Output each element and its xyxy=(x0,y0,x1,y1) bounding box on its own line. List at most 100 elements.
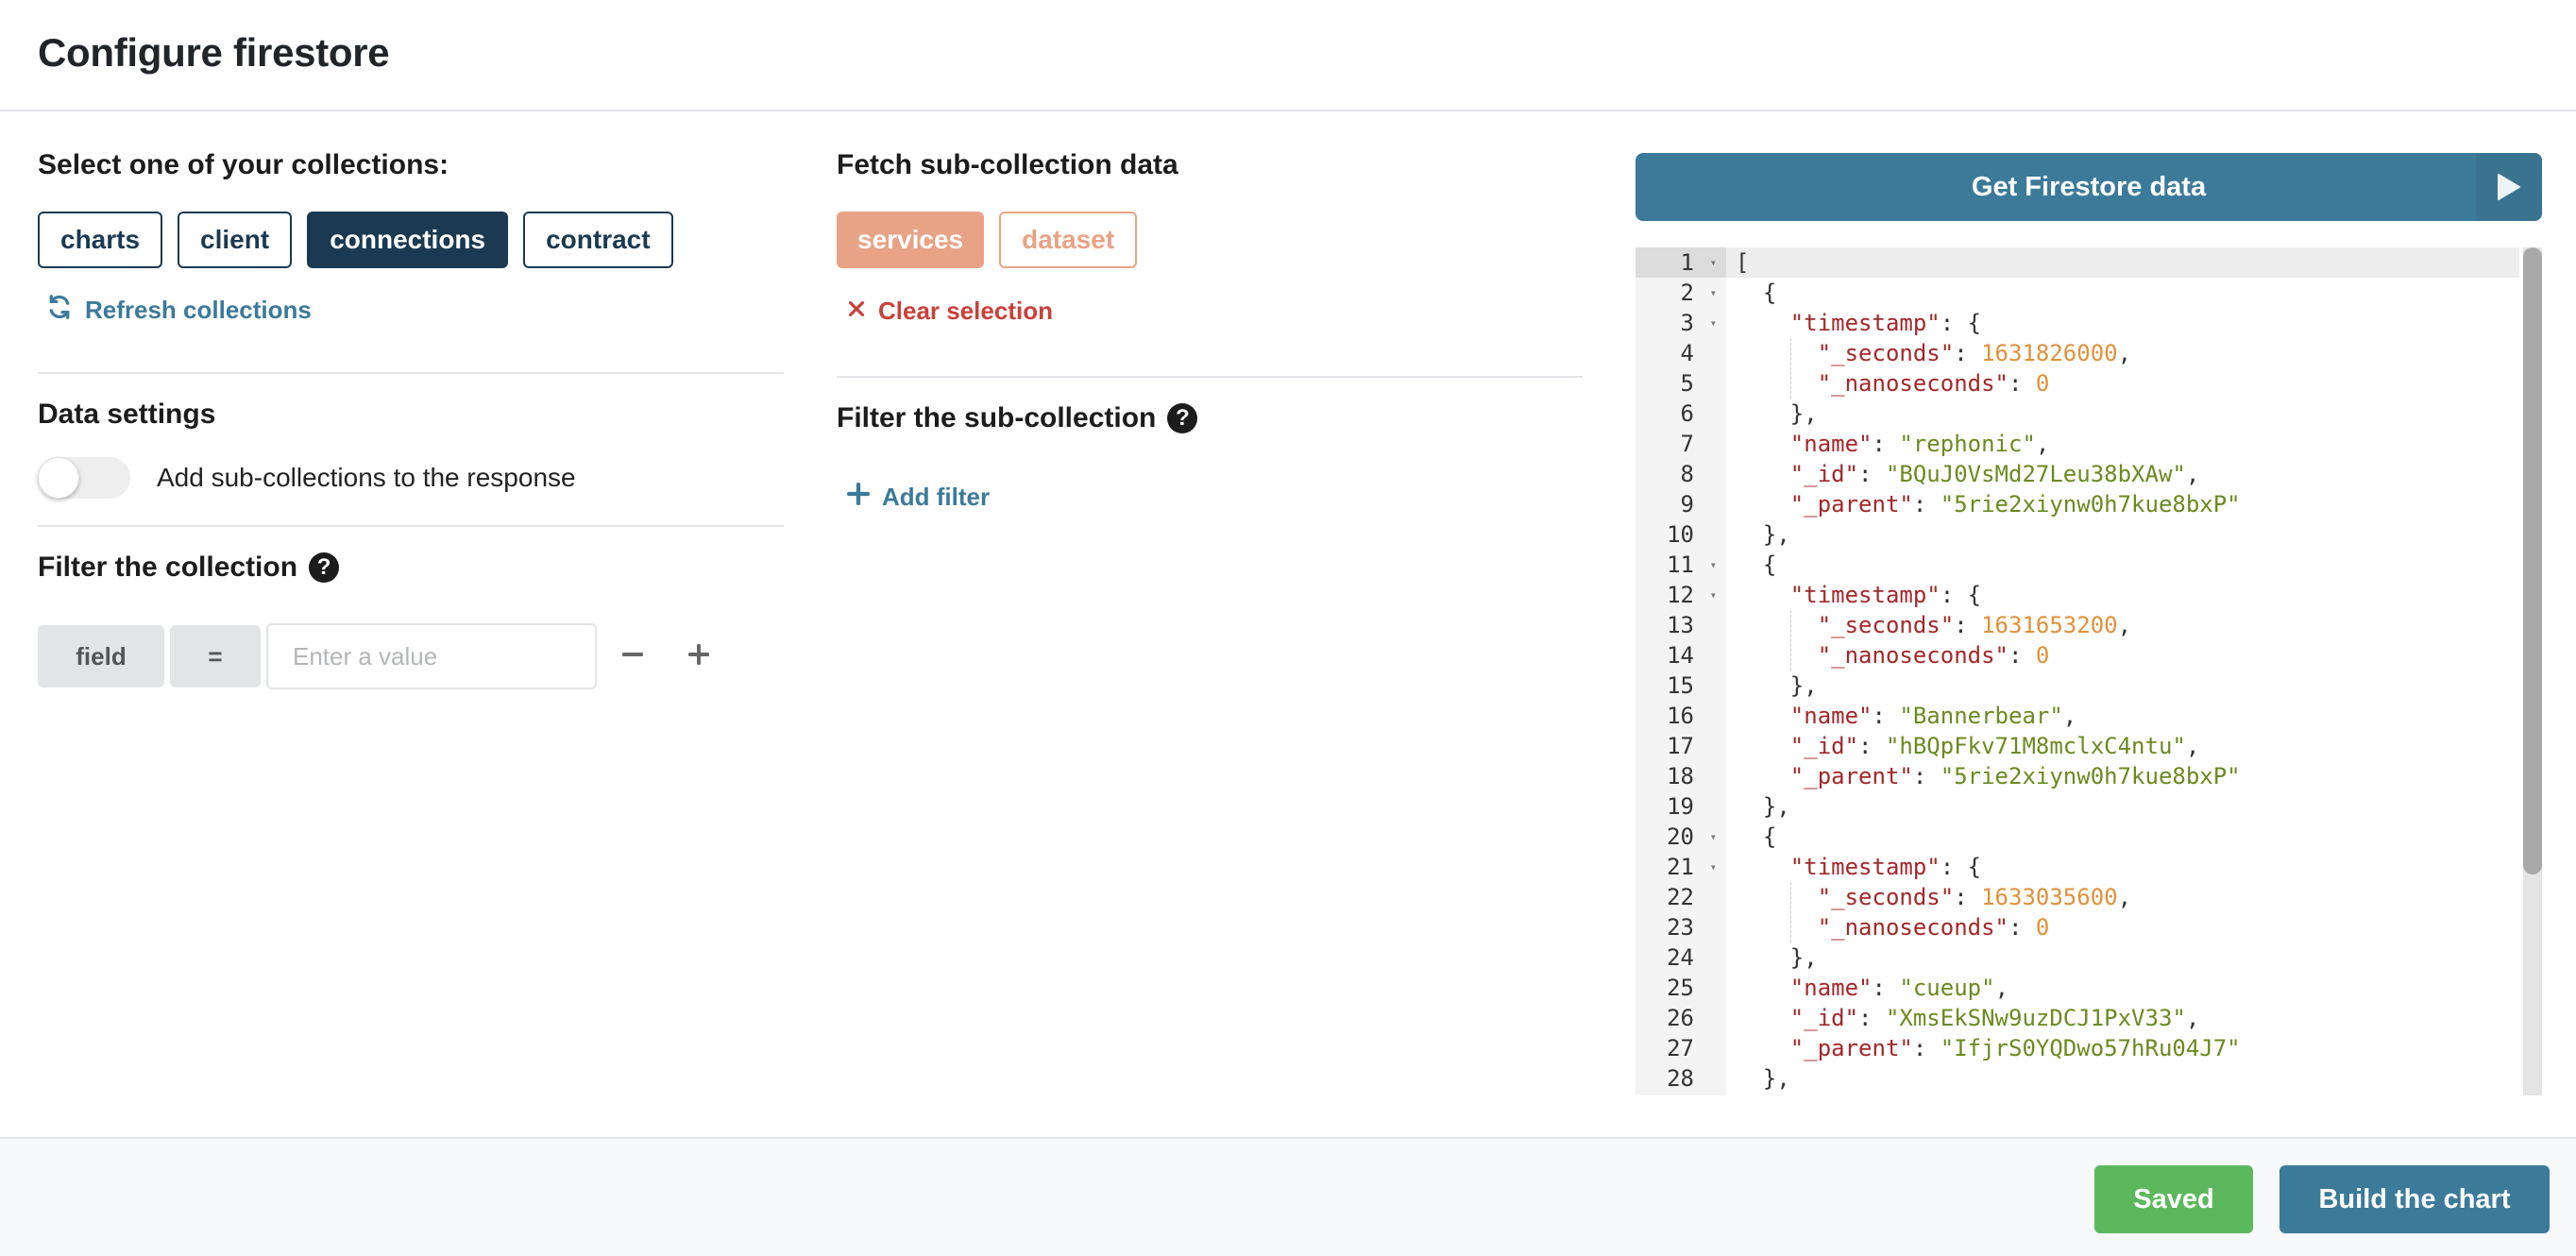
code-line: 18 "_parent": "5rie2xiynw0h7kue8bxP" xyxy=(1635,761,2519,791)
line-number: 4 xyxy=(1680,340,1694,366)
sub-collection-chip-services[interactable]: services xyxy=(837,212,985,268)
code-line: 26 "_id": "XmsEkSNw9uzDCJ1PxV33", xyxy=(1635,1003,2519,1033)
filter-field-label: field xyxy=(76,641,127,670)
plus-icon xyxy=(687,643,710,670)
add-filter-row-button[interactable] xyxy=(680,637,718,675)
code-line: 7 "name": "rephonic", xyxy=(1635,429,2519,459)
line-number: 15 xyxy=(1667,672,1694,699)
help-icon[interactable]: ? xyxy=(309,552,340,583)
line-number: 13 xyxy=(1667,612,1694,638)
clear-selection-button[interactable]: Clear selection xyxy=(846,297,1053,326)
code-text: "_parent": "5rie2xiynw0h7kue8bxP" xyxy=(1789,491,2241,518)
filter-sub-collection-heading: Filter the sub-collection ? xyxy=(837,402,1198,434)
code-line: 21 ▾ "timestamp": { xyxy=(1635,852,2519,882)
fold-toggle-icon[interactable]: ▾ xyxy=(1710,550,1717,580)
get-firestore-data-button[interactable]: Get Firestore data xyxy=(1635,153,2542,221)
line-number: 28 xyxy=(1667,1065,1694,1092)
code-line: 1 ▾ [ xyxy=(1635,247,2519,278)
sub-collections-toggle[interactable] xyxy=(38,457,130,499)
editor-scrollbar-thumb[interactable] xyxy=(2523,247,2542,874)
collections-heading: Select one of your collections: xyxy=(38,149,449,180)
code-text: "_id": "BQuJ0VsMd27Leu38bXAw", xyxy=(1789,461,2200,487)
filter-collection-title: Filter the collection xyxy=(38,552,298,583)
play-icon xyxy=(2476,153,2542,221)
code-line: 11 ▾ { xyxy=(1635,550,2519,580)
filter-value-input[interactable] xyxy=(266,623,597,689)
line-number: 5 xyxy=(1680,370,1694,397)
line-number: 3 ▾ xyxy=(1680,308,1717,338)
page-footer: Saved Build the chart xyxy=(0,1137,2576,1256)
sub-collections-toggle-row: Add sub-collections to the response xyxy=(38,457,576,499)
filter-collection-heading: Filter the collection ? xyxy=(38,552,340,584)
line-number: 10 xyxy=(1667,521,1694,548)
filter-field-select[interactable]: field xyxy=(38,625,164,687)
line-number: 14 xyxy=(1667,642,1694,669)
line-number: 11 ▾ xyxy=(1667,550,1717,580)
fold-toggle-icon[interactable]: ▾ xyxy=(1710,278,1717,308)
indent-guide xyxy=(1789,610,1791,670)
collection-chip-connections[interactable]: connections xyxy=(307,212,509,268)
line-number: 8 xyxy=(1680,461,1694,487)
chip-label: contract xyxy=(546,225,651,254)
code-text: "_nanoseconds": 0 xyxy=(1817,914,2050,941)
line-number: 27 xyxy=(1667,1035,1694,1061)
fold-toggle-icon[interactable]: ▾ xyxy=(1710,247,1717,278)
code-text: "_parent": "IfjrS0YQDwo57hRu04J7" xyxy=(1789,1035,2241,1061)
saved-button[interactable]: Saved xyxy=(2094,1165,2253,1233)
code-line: 6 }, xyxy=(1635,399,2519,429)
plus-icon xyxy=(846,482,871,513)
collection-chip-charts[interactable]: charts xyxy=(38,212,163,268)
collection-filter-row: field = xyxy=(38,623,718,689)
fold-toggle-icon[interactable]: ▾ xyxy=(1710,308,1717,338)
chip-label: charts xyxy=(60,225,141,254)
sub-collections-toggle-label: Add sub-collections to the response xyxy=(157,463,576,492)
code-line: 25 "name": "cueup", xyxy=(1635,973,2519,1003)
build-chart-label: Build the chart xyxy=(2318,1183,2511,1214)
add-filter-label: Add filter xyxy=(882,483,991,511)
collection-chip-contract[interactable]: contract xyxy=(523,212,673,268)
line-number: 22 xyxy=(1667,884,1694,910)
help-icon[interactable]: ? xyxy=(1167,403,1198,433)
sub-collection-chip-dataset[interactable]: dataset xyxy=(999,212,1138,268)
code-text: "_id": "XmsEkSNw9uzDCJ1PxV33", xyxy=(1789,1005,2200,1031)
fold-toggle-icon[interactable]: ▾ xyxy=(1710,580,1717,610)
chip-label: dataset xyxy=(1022,225,1115,254)
fold-toggle-icon[interactable]: ▾ xyxy=(1710,822,1717,852)
code-text: { xyxy=(1762,280,1777,306)
build-chart-button[interactable]: Build the chart xyxy=(2279,1165,2550,1233)
line-number: 1 ▾ xyxy=(1635,247,1726,278)
code-text: "_seconds": 1631653200, xyxy=(1817,612,2132,638)
filter-operator-label: = xyxy=(208,641,223,670)
editor-scrollbar[interactable] xyxy=(2523,247,2542,1095)
remove-filter-button[interactable] xyxy=(614,637,652,675)
close-icon xyxy=(846,297,867,326)
code-text: [ xyxy=(1736,249,1750,276)
code-text: "_id": "hBQpFkv71M8mclxC4ntu", xyxy=(1789,733,2200,759)
code-line: 23 "_nanoseconds": 0 xyxy=(1635,912,2519,942)
collection-chip-client[interactable]: client xyxy=(178,212,293,268)
code-text: { xyxy=(1762,823,1777,850)
line-number: 23 xyxy=(1667,914,1694,941)
refresh-collections-button[interactable]: Refresh collections xyxy=(45,293,312,328)
chip-label: services xyxy=(857,225,964,254)
code-line: 14 "_nanoseconds": 0 xyxy=(1635,640,2519,670)
code-line: 5 "_nanoseconds": 0 xyxy=(1635,368,2519,399)
code-text: "_seconds": 1631826000, xyxy=(1817,340,2132,366)
code-line: 3 ▾ "timestamp": { xyxy=(1635,308,2519,338)
minus-icon xyxy=(621,643,644,670)
json-result-editor[interactable]: 1 ▾[2 ▾ {3 ▾ "timestamp": {4 "_seconds": 16… xyxy=(1635,247,2542,1095)
line-number: 9 xyxy=(1680,491,1694,518)
line-number: 19 xyxy=(1667,793,1694,820)
section-divider xyxy=(38,525,784,527)
fold-toggle-icon[interactable]: ▾ xyxy=(1710,852,1717,882)
code-line: 19 }, xyxy=(1635,791,2519,822)
line-number: 7 xyxy=(1680,431,1694,457)
data-settings-heading: Data settings xyxy=(38,399,216,430)
line-number: 20 ▾ xyxy=(1667,822,1717,852)
get-firestore-data-label: Get Firestore data xyxy=(1971,171,2207,202)
code-line: 17 "_id": "hBQpFkv71M8mclxC4ntu", xyxy=(1635,731,2519,761)
filter-operator-select[interactable]: = xyxy=(170,625,261,687)
indent-guide xyxy=(1789,338,1791,399)
add-filter-button[interactable]: Add filter xyxy=(846,482,990,513)
line-number: 21 ▾ xyxy=(1667,852,1717,882)
